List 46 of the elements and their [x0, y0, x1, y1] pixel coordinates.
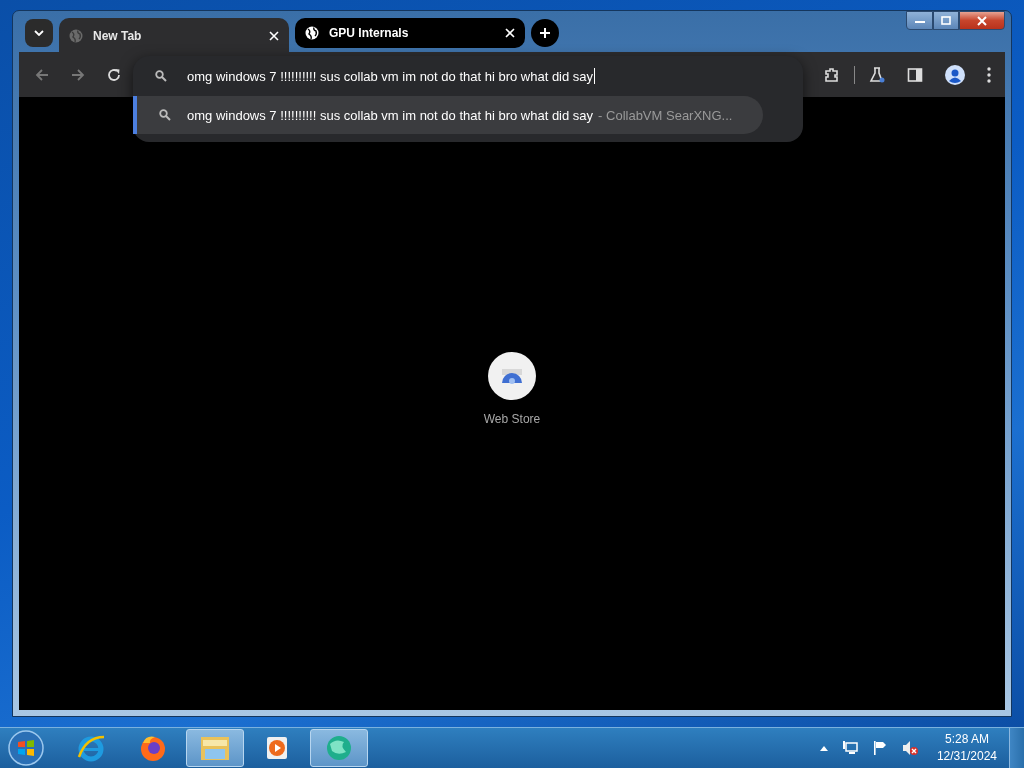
forward-icon[interactable]	[71, 67, 85, 82]
folder-icon	[199, 734, 231, 762]
search-icon	[159, 109, 171, 121]
shortcut-label[interactable]: Web Store	[483, 411, 541, 426]
clock-date[interactable]: 12/31/2024	[936, 748, 997, 765]
flask-icon[interactable]	[869, 66, 885, 83]
tab-title: GPU Internals	[329, 26, 410, 40]
start-button[interactable]	[8, 730, 44, 766]
suggestion-text: omg windows 7 !!!!!!!!!! sus collab vm im not do that hi bro what did say	[187, 107, 594, 123]
address-field[interactable]: omg windows 7 !!!!!!!!!! sus collab vm im not do that hi bro what did say	[187, 68, 596, 84]
globe-icon	[324, 734, 354, 762]
menu-icon[interactable]	[987, 66, 991, 83]
show-desktop-button[interactable]	[1009, 728, 1024, 768]
puzzle-icon[interactable]	[824, 66, 840, 83]
media-player-icon	[265, 735, 289, 761]
browser-tab[interactable]: GPU Internals	[295, 18, 525, 48]
tab-title: New Tab	[93, 29, 143, 43]
back-icon[interactable]	[35, 67, 49, 82]
globe-icon	[305, 26, 319, 40]
suggestion-source: - CollabVM SearXNG...	[598, 107, 733, 123]
network-icon[interactable]	[841, 740, 858, 756]
close-icon	[976, 15, 988, 26]
suggestion-item[interactable]: omg windows 7 !!!!!!!!!! sus collab vm im not do that hi bro what did say - CollabVM SearXNG...	[133, 96, 763, 134]
new-tab-button[interactable]	[531, 19, 559, 47]
muted-speaker-icon[interactable]	[901, 740, 918, 756]
close-icon[interactable]	[505, 28, 515, 38]
tab-search-button[interactable]	[25, 19, 53, 47]
side-panel-icon[interactable]	[907, 66, 923, 83]
plus-icon	[539, 27, 551, 39]
minimize-button[interactable]	[906, 11, 933, 30]
tray-arrow-icon[interactable]	[819, 745, 828, 751]
flag-icon[interactable]	[871, 740, 888, 756]
globe-icon	[69, 29, 83, 43]
profile-icon[interactable]	[945, 64, 965, 85]
ie-icon	[76, 733, 106, 763]
maximize-button[interactable]	[933, 11, 959, 30]
store-icon[interactable]	[488, 351, 536, 400]
taskbar-button[interactable]	[186, 729, 244, 767]
search-icon	[155, 70, 167, 82]
browser-tab[interactable]: New Tab	[59, 18, 289, 54]
maximize-icon	[940, 15, 952, 26]
close-button[interactable]	[959, 11, 1005, 30]
clock-time[interactable]: 5:28 AM	[944, 731, 989, 748]
reload-icon[interactable]	[107, 67, 121, 82]
close-icon[interactable]	[269, 31, 279, 41]
chevron-down-icon	[34, 30, 44, 36]
